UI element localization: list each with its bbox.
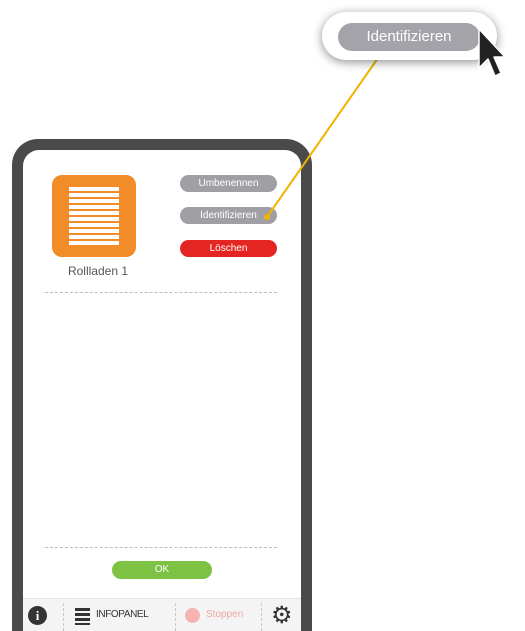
mouse-cursor-icon xyxy=(478,28,506,77)
callout-identify-label: Identifizieren xyxy=(338,23,480,51)
callout-connector xyxy=(264,57,379,220)
identify-callout: Identifizieren xyxy=(322,12,497,60)
